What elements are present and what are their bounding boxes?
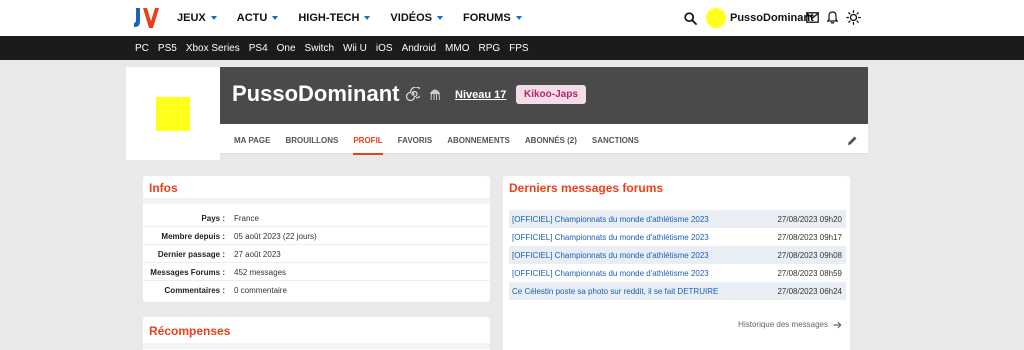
info-value: 0 commentaire bbox=[234, 286, 287, 295]
nav-label: JEUX bbox=[177, 12, 206, 24]
nav-item-videos[interactable]: VIDÉOS bbox=[390, 12, 443, 24]
message-date: 27/08/2023 06h24 bbox=[777, 287, 842, 296]
tab-brouillons[interactable]: BROUILLONS bbox=[285, 124, 338, 154]
level-link[interactable]: Niveau 17 bbox=[455, 89, 506, 101]
platform-link[interactable]: Android bbox=[402, 43, 436, 54]
jellyfish-badge-icon bbox=[429, 89, 441, 101]
info-value: France bbox=[234, 214, 259, 223]
platform-link[interactable]: Wii U bbox=[343, 43, 367, 54]
message-date: 27/08/2023 09h08 bbox=[777, 251, 842, 260]
chevron-down-icon bbox=[272, 16, 279, 20]
topic-link[interactable]: [OFFICIEL] Championnats du monde d'athlé… bbox=[512, 215, 709, 224]
info-row: Dernier passage : 27 août 2023 bbox=[143, 245, 490, 263]
spiral-badge-icon bbox=[406, 87, 420, 101]
nav-item-forums[interactable]: FORUMS bbox=[463, 12, 522, 24]
info-label: Membre depuis : bbox=[161, 232, 225, 241]
chevron-down-icon bbox=[437, 16, 443, 20]
list-item: [OFFICIEL] Championnats du monde d'athlé… bbox=[509, 228, 846, 246]
forum-messages-card: Derniers messages forums [OFFICIEL] Cham… bbox=[503, 176, 850, 350]
topic-link[interactable]: [OFFICIEL] Championnats du monde d'athlé… bbox=[512, 251, 709, 260]
list-item: [OFFICIEL] Championnats du monde d'athlé… bbox=[509, 246, 846, 264]
username[interactable]: PussoDominant bbox=[730, 12, 814, 24]
divider bbox=[143, 198, 490, 204]
platform-link[interactable]: PS4 bbox=[249, 43, 268, 54]
info-label: Messages Forums : bbox=[150, 268, 225, 277]
status-badge: Kikoo-Japs bbox=[516, 85, 586, 104]
tab-profil[interactable]: PROFIL bbox=[353, 124, 384, 155]
message-date: 27/08/2023 09h20 bbox=[777, 215, 842, 224]
top-header: JEUX ACTU HIGH-TECH VIDÉOS FORUMS PussoD… bbox=[0, 0, 1024, 36]
info-label: Dernier passage : bbox=[157, 250, 225, 259]
platform-link[interactable]: PC bbox=[135, 43, 149, 54]
platform-link[interactable]: FPS bbox=[509, 43, 528, 54]
info-row: Commentaires : 0 commentaire bbox=[143, 281, 490, 299]
list-item: [OFFICIEL] Championnats du monde d'athlé… bbox=[509, 210, 846, 228]
platform-link[interactable]: One bbox=[277, 43, 296, 54]
list-item: [OFFICIEL] Championnats du monde d'athlé… bbox=[509, 264, 846, 282]
topic-link[interactable]: Ce Célestin poste sa photo sur reddit, i… bbox=[512, 287, 718, 296]
info-row: Pays : France bbox=[143, 209, 490, 227]
nav-label: HIGH-TECH bbox=[298, 12, 360, 24]
profile-name: PussoDominant bbox=[232, 81, 400, 106]
nav-label: VIDÉOS bbox=[390, 12, 432, 24]
search-icon[interactable] bbox=[684, 12, 697, 25]
rewards-card: Récompenses bbox=[143, 317, 490, 350]
history-label: Historique des messages bbox=[738, 320, 828, 329]
edit-pencil-icon[interactable] bbox=[847, 135, 858, 146]
tab-abonnes[interactable]: ABONNÉS (2) bbox=[525, 124, 577, 154]
platform-list: PC PS5 Xbox Series PS4 One Switch Wii U … bbox=[135, 36, 538, 60]
platform-link[interactable]: Switch bbox=[305, 43, 334, 54]
chevron-down-icon bbox=[210, 16, 217, 20]
profile-avatar bbox=[156, 97, 190, 131]
nav-item-high-tech[interactable]: HIGH-TECH bbox=[298, 12, 371, 24]
info-row: Messages Forums : 452 messages bbox=[143, 263, 490, 281]
profile-tabs: MA PAGE BROUILLONS PROFIL FAVORIS ABONNE… bbox=[220, 124, 868, 155]
info-value: 452 messages bbox=[234, 268, 287, 277]
divider bbox=[143, 343, 490, 349]
nav-label: ACTU bbox=[236, 12, 268, 24]
info-card: Infos Pays : France Membre depuis : 05 a… bbox=[143, 176, 490, 302]
platform-link[interactable]: RPG bbox=[478, 43, 500, 54]
tab-favoris[interactable]: FAVORIS bbox=[398, 124, 433, 154]
info-value: 05 août 2023 (22 jours) bbox=[234, 232, 317, 241]
topic-link[interactable]: [OFFICIEL] Championnats du monde d'athlé… bbox=[512, 233, 709, 242]
platform-link[interactable]: iOS bbox=[376, 43, 393, 54]
info-row: Membre depuis : 05 août 2023 (22 jours) bbox=[143, 227, 490, 245]
info-label: Pays : bbox=[201, 214, 225, 223]
history-link[interactable]: Historique des messages bbox=[738, 320, 842, 329]
topic-link[interactable]: [OFFICIEL] Championnats du monde d'athlé… bbox=[512, 269, 709, 278]
tab-sanctions[interactable]: SANCTIONS bbox=[592, 124, 639, 154]
messages-title: Derniers messages forums bbox=[509, 181, 664, 195]
message-date: 27/08/2023 08h59 bbox=[777, 269, 842, 278]
chevron-down-icon bbox=[364, 16, 371, 20]
avatar[interactable] bbox=[706, 8, 726, 28]
tab-abonnements[interactable]: ABONNEMENTS bbox=[447, 124, 510, 154]
message-date: 27/08/2023 09h17 bbox=[777, 233, 842, 242]
tab-ma-page[interactable]: MA PAGE bbox=[234, 124, 270, 154]
rewards-title: Récompenses bbox=[149, 324, 231, 338]
nav-item-actu[interactable]: ACTU bbox=[237, 12, 279, 24]
platform-bar: PC PS5 Xbox Series PS4 One Switch Wii U … bbox=[0, 36, 1024, 60]
info-title: Infos bbox=[149, 181, 178, 195]
profile-avatar-card bbox=[126, 67, 220, 160]
jv-logo[interactable] bbox=[133, 6, 161, 30]
info-value: 27 août 2023 bbox=[234, 250, 281, 259]
info-label: Commentaires : bbox=[164, 286, 225, 295]
bell-icon[interactable] bbox=[827, 11, 838, 24]
profile-banner: PussoDominant Niveau 17 Kikoo-Japs bbox=[220, 67, 868, 124]
chevron-down-icon bbox=[515, 16, 522, 20]
arrow-right-icon bbox=[833, 321, 842, 328]
list-item: Ce Célestin poste sa photo sur reddit, i… bbox=[509, 282, 846, 300]
theme-toggle-icon[interactable] bbox=[846, 10, 861, 25]
nav-label: FORUMS bbox=[463, 12, 511, 24]
platform-link[interactable]: MMO bbox=[445, 43, 469, 54]
main-nav: JEUX ACTU HIGH-TECH VIDÉOS FORUMS bbox=[177, 0, 542, 36]
nav-item-jeux[interactable]: JEUX bbox=[177, 12, 217, 24]
platform-link[interactable]: PS5 bbox=[158, 43, 177, 54]
platform-link[interactable]: Xbox Series bbox=[186, 43, 240, 54]
mail-icon[interactable] bbox=[806, 12, 819, 23]
